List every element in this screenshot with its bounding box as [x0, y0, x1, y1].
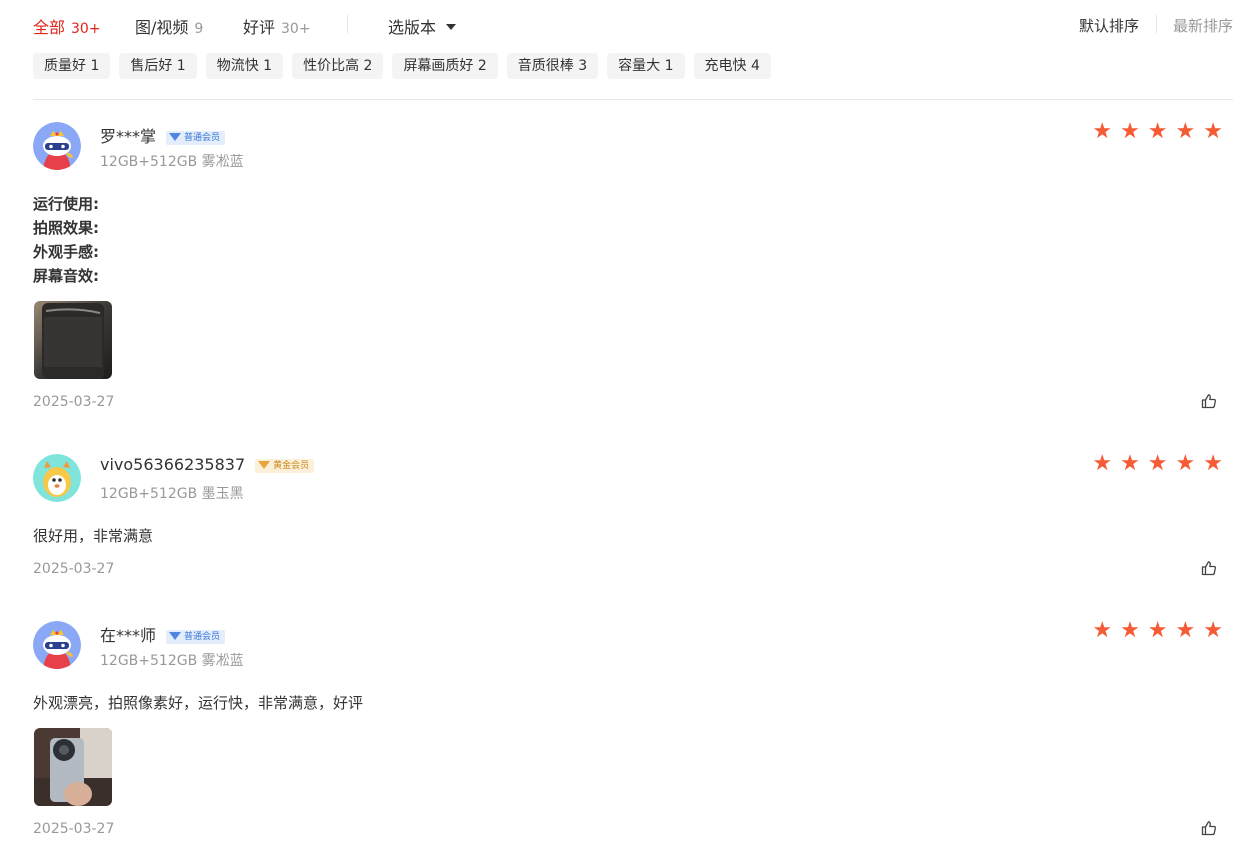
membership-badge-label: 黄金会员 [273, 461, 310, 471]
username: vivo56366235837 黄金会员 [100, 455, 315, 474]
filter-tab-all[interactable]: 全部 30+ [33, 14, 101, 38]
review-tag[interactable]: 物流快 1 [205, 53, 284, 79]
avatar[interactable] [33, 122, 81, 170]
product-variant: 12GB+512GB 墨玉黑 [100, 486, 244, 502]
review-content: 运行使用: 拍照效果: 外观手感: 屏幕音效: [33, 192, 99, 288]
username-text: vivo56366235837 [100, 455, 246, 474]
star-rating: ★ ★ ★ ★ ★ [1092, 453, 1223, 475]
membership-badge: 普通会员 [166, 630, 226, 644]
avatar[interactable] [33, 621, 81, 669]
divider [347, 15, 348, 33]
review-content-line: 屏幕音效: [33, 267, 99, 285]
product-variant: 12GB+512GB 雾凇蓝 [100, 154, 244, 170]
review-item: vivo56366235837 黄金会员 12GB+512GB 墨玉黑 ★ ★ ★… [33, 453, 1233, 584]
review-tag[interactable]: 充电快 4 [693, 53, 771, 79]
star-icon: ★ [1175, 119, 1196, 144]
star-icon: ★ [1175, 451, 1196, 476]
filter-tab-count: 9 [194, 21, 204, 37]
membership-badge-label: 普通会员 [184, 632, 221, 642]
star-icon: ★ [1147, 119, 1168, 144]
filter-tab-count: 30+ [281, 21, 311, 37]
filter-tab-media[interactable]: 图/视频 9 [135, 14, 203, 38]
star-icon: ★ [1175, 618, 1196, 643]
review-content: 很好用，非常满意 [33, 527, 154, 545]
thumbs-up-icon[interactable] [1201, 560, 1217, 576]
membership-badge: 黄金会员 [255, 459, 315, 473]
review-content-line: 运行使用: [33, 195, 99, 213]
avatar[interactable] [33, 454, 81, 502]
review-item: 在***师 普通会员 12GB+512GB 雾凇蓝 ★ ★ ★ ★ ★ 外观漂亮，… [33, 620, 1233, 846]
filter-tab-positive[interactable]: 好评 30+ [243, 14, 311, 38]
sort-default-button[interactable]: 默认排序 [1079, 15, 1139, 36]
review-tag[interactable]: 屏幕画质好 2 [392, 53, 498, 79]
filter-tab-label: 全部 [33, 18, 66, 37]
review-date: 2025-03-27 [33, 821, 115, 837]
review-tag[interactable]: 质量好 1 [33, 53, 111, 79]
star-icon: ★ [1120, 451, 1140, 476]
divider [1156, 15, 1157, 33]
review-tag[interactable]: 性价比高 2 [292, 53, 384, 79]
review-content-line: 外观手感: [33, 243, 99, 261]
version-dropdown-label: 选版本 [388, 18, 437, 37]
product-variant: 12GB+512GB 雾凇蓝 [100, 653, 244, 669]
review-filter-bar: 全部 30+ 图/视频 9 好评 30+ 选版本 默认排序 最新排序 [0, 0, 1237, 50]
membership-badge: 普通会员 [166, 131, 226, 145]
filter-tab-count: 30+ [71, 21, 101, 37]
diamond-icon [169, 133, 182, 141]
star-icon: ★ [1203, 119, 1223, 144]
review-tag[interactable]: 售后好 1 [119, 53, 197, 79]
star-icon: ★ [1147, 451, 1168, 476]
review-content-line: 拍照效果: [33, 219, 99, 237]
star-icon: ★ [1203, 451, 1223, 476]
star-icon: ★ [1092, 451, 1113, 476]
star-icon: ★ [1203, 618, 1223, 643]
star-icon: ★ [1120, 119, 1140, 144]
star-icon: ★ [1092, 618, 1113, 643]
caret-down-icon [446, 24, 457, 30]
thumbs-up-icon[interactable] [1201, 393, 1217, 409]
sort-newest-button[interactable]: 最新排序 [1173, 15, 1233, 36]
star-icon: ★ [1147, 618, 1168, 643]
star-icon: ★ [1120, 618, 1140, 643]
review-content: 外观漂亮，拍照像素好，运行快，非常满意，好评 [33, 694, 364, 712]
membership-badge-label: 普通会员 [184, 133, 221, 143]
star-rating: ★ ★ ★ ★ ★ [1092, 620, 1223, 642]
diamond-icon [169, 632, 182, 640]
username: 在***师 普通会员 [100, 622, 226, 646]
diamond-icon [258, 461, 271, 469]
review-photo-thumbnail[interactable] [34, 301, 112, 379]
review-date: 2025-03-27 [33, 394, 115, 410]
review-date: 2025-03-27 [33, 561, 115, 577]
username-text: 在***师 [100, 626, 157, 645]
star-icon: ★ [1092, 119, 1113, 144]
filter-tab-label: 好评 [243, 18, 276, 37]
review-tag[interactable]: 音质很棒 3 [506, 53, 599, 79]
review-tag-list: 质量好 1 售后好 1 物流快 1 性价比高 2 屏幕画质好 2 音质很棒 3 … [33, 53, 771, 79]
review-item: 罗***掌 普通会员 12GB+512GB 雾凇蓝 ★ ★ ★ ★ ★ 运行使用:… [33, 121, 1233, 417]
star-rating: ★ ★ ★ ★ ★ [1092, 121, 1223, 143]
thumbs-up-icon[interactable] [1201, 820, 1217, 836]
username-text: 罗***掌 [100, 127, 157, 146]
username: 罗***掌 普通会员 [100, 123, 226, 147]
version-dropdown[interactable]: 选版本 [388, 14, 457, 38]
divider [33, 99, 1233, 100]
review-tag[interactable]: 容量大 1 [607, 53, 685, 79]
review-photo-thumbnail[interactable] [34, 728, 112, 806]
filter-tab-label: 图/视频 [135, 18, 189, 37]
